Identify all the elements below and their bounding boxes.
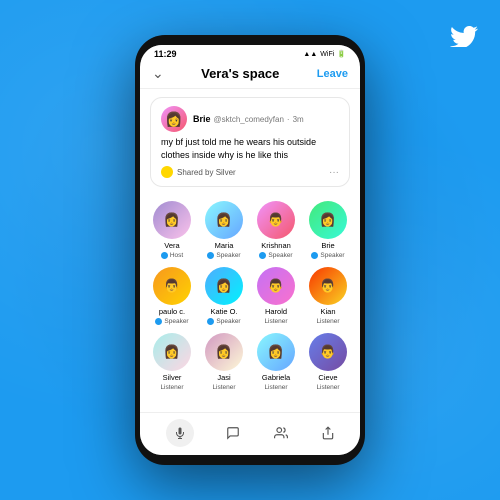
kian-avatar: 👨 (309, 267, 347, 305)
vera-name: Vera (164, 241, 179, 250)
mute-button[interactable] (166, 419, 194, 447)
tweet-text: my bf just told me he wears his outside … (161, 136, 339, 161)
status-icons: ▲▲ WiFi 🔋 (303, 50, 346, 58)
silver-name: Silver (163, 373, 182, 382)
phone-screen: 11:29 ▲▲ WiFi 🔋 ⌄ Vera's space Leave (140, 45, 360, 455)
participant-kian[interactable]: 👨 Kian Listener (304, 267, 352, 325)
tweet-timestamp: 3m (293, 115, 304, 124)
harold-name: Harold (265, 307, 287, 316)
kian-name: Kian (320, 307, 335, 316)
maria-name: Maria (215, 241, 234, 250)
shared-by-row: Shared by Silver ··· (161, 166, 339, 178)
participant-cieve[interactable]: 👨 Cieve Listener (304, 333, 352, 391)
krishnan-name: Krishnan (261, 241, 291, 250)
katie-role: Speaker (207, 318, 240, 325)
speaker-badge (311, 252, 318, 259)
maria-avatar: 👩 (205, 201, 243, 239)
tweet-meta: Brie @sktch_comedyfan · 3m (193, 114, 304, 124)
katie-name: Katie O. (210, 307, 237, 316)
gabriela-avatar: 👩 (257, 333, 295, 371)
wifi-icon: WiFi (320, 51, 334, 58)
vera-avatar: 👩 (153, 201, 191, 239)
participants-section: 👩 Vera Host 👩 Maria (140, 195, 360, 397)
spaces-header: ⌄ Vera's space Leave (140, 61, 360, 89)
paulo-role: Speaker (155, 318, 188, 325)
tweet-author-handle: @sktch_comedyfan (214, 115, 284, 124)
paulo-avatar: 👨 (153, 267, 191, 305)
host-badge (161, 252, 168, 259)
twitter-logo-icon (450, 22, 478, 54)
jasi-name: Jasi (217, 373, 230, 382)
chat-button[interactable] (225, 426, 241, 440)
battery-icon: 🔋 (337, 50, 346, 58)
signal-icon: ▲▲ (303, 51, 317, 58)
cieve-name: Cieve (318, 373, 337, 382)
participant-gabriela[interactable]: 👩 Gabriela Listener (252, 333, 300, 391)
participant-harold[interactable]: 👨 Harold Listener (252, 267, 300, 325)
gabriela-role: Listener (264, 384, 287, 391)
participant-katie[interactable]: 👩 Katie O. Speaker (200, 267, 248, 325)
speaker-badge (155, 318, 162, 325)
spaces-content: 👩 Brie @sktch_comedyfan · 3m my bf just … (140, 89, 360, 412)
speaker-badge (207, 318, 214, 325)
paulo-name: paulo c. (159, 307, 185, 316)
people-button[interactable] (272, 426, 290, 440)
jasi-role: Listener (212, 384, 235, 391)
katie-avatar: 👩 (205, 267, 243, 305)
brie-name: Brie (321, 241, 334, 250)
participant-brie[interactable]: 👩 Brie Speaker (304, 201, 352, 259)
phone-mockup: 11:29 ▲▲ WiFi 🔋 ⌄ Vera's space Leave (135, 35, 365, 465)
brie-role: Speaker (311, 252, 344, 259)
participant-krishnan[interactable]: 👨 Krishnan Speaker (252, 201, 300, 259)
speaker-badge (259, 252, 266, 259)
tweet-author-avatar: 👩 (161, 106, 187, 132)
tweet-author-name: Brie (193, 114, 211, 124)
cieve-avatar: 👨 (309, 333, 347, 371)
vera-role: Host (161, 252, 183, 259)
participant-vera[interactable]: 👩 Vera Host (148, 201, 196, 259)
participants-grid: 👩 Vera Host 👩 Maria (148, 201, 352, 391)
harold-role: Listener (264, 318, 287, 325)
space-title: Vera's space (201, 66, 279, 81)
speaker-badge (207, 252, 214, 259)
participant-jasi[interactable]: 👩 Jasi Listener (200, 333, 248, 391)
status-bar: 11:29 ▲▲ WiFi 🔋 (140, 45, 360, 61)
cieve-role: Listener (316, 384, 339, 391)
silver-avatar: 👩 (153, 333, 191, 371)
shared-by-icon (161, 166, 173, 178)
kian-role: Listener (316, 318, 339, 325)
shared-by-label: Shared by Silver (177, 168, 236, 177)
share-button[interactable] (321, 425, 335, 441)
leave-button[interactable]: Leave (317, 68, 348, 80)
silver-role: Listener (160, 384, 183, 391)
krishnan-avatar: 👨 (257, 201, 295, 239)
bottom-bar (140, 412, 360, 455)
shared-tweet-card: 👩 Brie @sktch_comedyfan · 3m my bf just … (150, 97, 350, 187)
participant-maria[interactable]: 👩 Maria Speaker (200, 201, 248, 259)
phone-shell: 11:29 ▲▲ WiFi 🔋 ⌄ Vera's space Leave (135, 35, 365, 465)
tweet-header: 👩 Brie @sktch_comedyfan · 3m (161, 106, 339, 132)
participant-paulo[interactable]: 👨 paulo c. Speaker (148, 267, 196, 325)
status-time: 11:29 (154, 49, 177, 59)
brie-avatar: 👩 (309, 201, 347, 239)
krishnan-role: Speaker (259, 252, 292, 259)
jasi-avatar: 👩 (205, 333, 243, 371)
maria-role: Speaker (207, 252, 240, 259)
participant-silver[interactable]: 👩 Silver Listener (148, 333, 196, 391)
tweet-more-icon[interactable]: ··· (329, 167, 339, 178)
gabriela-name: Gabriela (262, 373, 290, 382)
harold-avatar: 👨 (257, 267, 295, 305)
collapse-chevron-icon[interactable]: ⌄ (152, 65, 164, 82)
tweet-time: · (287, 115, 290, 124)
